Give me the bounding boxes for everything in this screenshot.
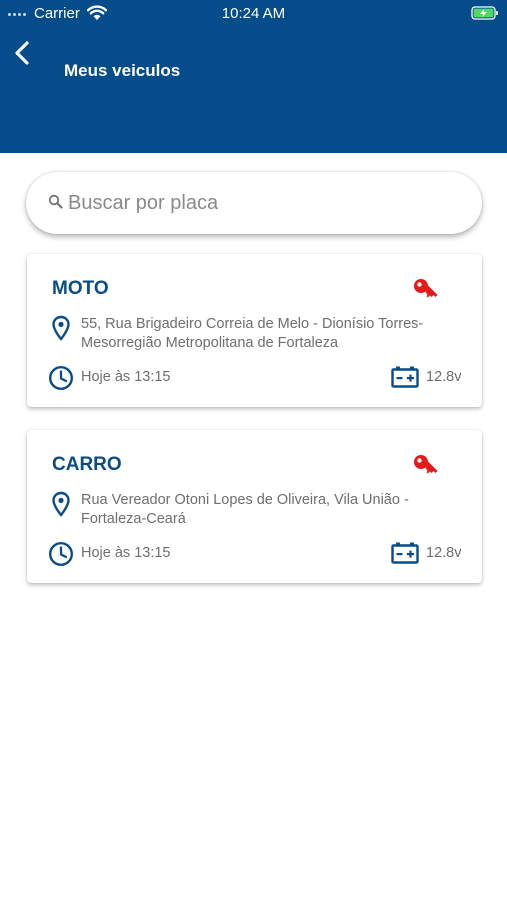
vehicle-address: 55, Rua Brigadeiro Correia de Melo - Dio…	[81, 316, 424, 351]
battery-charging-icon	[471, 6, 498, 20]
vehicle-name: MOTO	[52, 278, 109, 299]
location-pin-icon	[52, 491, 70, 517]
search-input[interactable]	[68, 186, 468, 220]
vehicle-name: CARRO	[52, 454, 122, 475]
battery-voltage: 12.8v	[426, 545, 462, 561]
car-battery-icon	[391, 542, 419, 564]
page-title: Meus veiculos	[64, 61, 181, 80]
last-update-time: Hoje às 13:15	[81, 369, 171, 385]
search-icon	[48, 194, 63, 209]
clock-icon	[48, 541, 74, 567]
vehicle-address: Rua Vereador Otoni Lopes de Oliveira, Vi…	[81, 492, 409, 527]
clock-icon	[48, 365, 74, 391]
status-time: 10:24 AM	[221, 5, 286, 22]
car-battery-icon	[391, 366, 419, 388]
status-bar: Carrier 10:24 AM	[0, 0, 507, 28]
battery-voltage: 12.8v	[426, 369, 462, 385]
vehicle-card-moto[interactable]: MOTO 55, Rua Brigadeiro Correia de Melo …	[27, 254, 482, 407]
vehicle-card-carro[interactable]: CARRO Rua Vereador Otoni Lopes de Olivei…	[27, 430, 482, 583]
search-bar[interactable]	[26, 172, 482, 234]
key-icon	[414, 455, 438, 474]
app-header: Carrier 10:24 AM Meus veiculos	[0, 0, 507, 153]
chevron-left-icon	[15, 41, 29, 65]
location-pin-icon	[52, 315, 70, 341]
last-update-time: Hoje às 13:15	[81, 545, 171, 561]
back-button[interactable]	[8, 36, 36, 70]
key-icon	[414, 279, 438, 298]
